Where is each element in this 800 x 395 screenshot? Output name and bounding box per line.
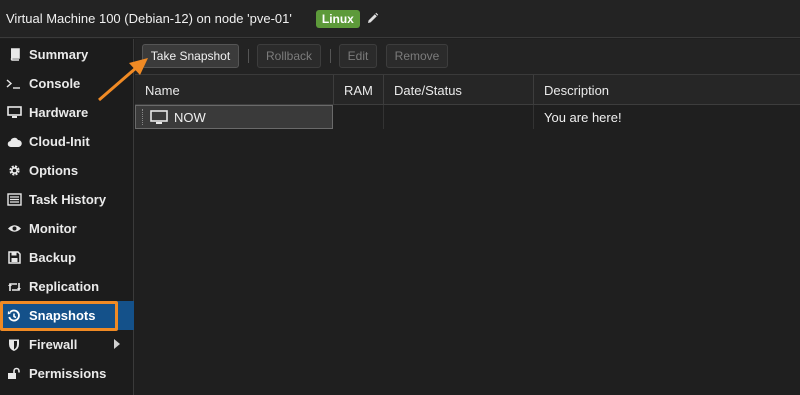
snapshot-name: NOW (174, 109, 206, 125)
history-icon (6, 308, 22, 324)
sidebar-item-options[interactable]: Options (0, 156, 134, 185)
snapshot-name-cell[interactable]: NOW (135, 105, 333, 129)
monitor-icon (6, 105, 22, 121)
page-title: Virtual Machine 100 (Debian-12) on node … (6, 11, 292, 26)
edit-button[interactable]: Edit (339, 44, 377, 68)
terminal-icon (6, 76, 22, 92)
sidebar-item-snapshots[interactable]: Snapshots (0, 301, 134, 330)
sidebar-item-label: Hardware (29, 105, 89, 120)
header-bar: Virtual Machine 100 (Debian-12) on node … (0, 0, 800, 38)
toolbar-separator (248, 49, 249, 63)
snapshot-description-cell: You are here! (544, 109, 622, 125)
sidebar: Summary Console Hardware Cloud-Init Opti… (0, 39, 134, 395)
sidebar-item-label: Permissions (29, 366, 107, 381)
sidebar-item-label: Task History (29, 192, 107, 207)
snapshot-table: Name RAM Date/Status Description NOW You… (135, 75, 800, 395)
sidebar-item-cloud-init[interactable]: Cloud-Init (0, 127, 134, 156)
snapshot-toolbar: Take Snapshot Rollback Edit Remove (135, 39, 800, 75)
sidebar-item-console[interactable]: Console (0, 69, 134, 98)
snapshot-ram-cell (334, 105, 384, 129)
sidebar-item-hardware[interactable]: Hardware (0, 98, 134, 127)
tree-line (142, 109, 148, 125)
remove-button[interactable]: Remove (386, 44, 448, 68)
gear-icon (6, 163, 22, 179)
retweet-icon (6, 279, 22, 295)
sidebar-item-replication[interactable]: Replication (0, 272, 134, 301)
sidebar-item-task-history[interactable]: Task History (0, 185, 134, 214)
list-icon (6, 192, 22, 208)
sidebar-item-permissions[interactable]: Permissions (0, 359, 134, 388)
sidebar-item-label: Options (29, 163, 79, 178)
shield-icon (6, 337, 22, 353)
column-header-name[interactable]: Name (135, 75, 334, 105)
column-header-date-status[interactable]: Date/Status (384, 75, 534, 105)
snapshot-date-cell (384, 105, 534, 129)
cloud-icon (6, 134, 22, 150)
book-icon (6, 47, 22, 63)
column-header-description[interactable]: Description (534, 75, 800, 105)
toolbar-separator (330, 49, 331, 63)
sidebar-item-label: Monitor (29, 221, 77, 236)
sidebar-item-label: Console (29, 76, 81, 91)
column-header-ram[interactable]: RAM (334, 75, 384, 105)
floppy-icon (6, 250, 22, 266)
os-tag-badge[interactable]: Linux (315, 9, 360, 28)
sidebar-item-label: Firewall (29, 337, 78, 352)
table-header: Name RAM Date/Status Description (135, 75, 800, 105)
sidebar-item-summary[interactable]: Summary (0, 40, 134, 69)
sidebar-item-label: Summary (29, 47, 89, 62)
unlock-icon (6, 366, 22, 382)
table-row[interactable]: NOW You are here! (135, 105, 800, 129)
sidebar-item-firewall[interactable]: Firewall (0, 330, 134, 359)
sidebar-item-label: Backup (29, 250, 76, 265)
eye-icon (6, 221, 22, 237)
sidebar-item-label: Replication (29, 279, 100, 294)
sidebar-item-label: Snapshots (29, 308, 96, 323)
monitor-icon (150, 109, 168, 125)
sidebar-item-label: Cloud-Init (29, 134, 90, 149)
sidebar-item-monitor[interactable]: Monitor (0, 214, 134, 243)
pencil-icon[interactable] (366, 12, 380, 26)
chevron-right-icon[interactable] (114, 339, 120, 349)
take-snapshot-button[interactable]: Take Snapshot (142, 44, 239, 68)
rollback-button[interactable]: Rollback (257, 44, 321, 68)
sidebar-item-backup[interactable]: Backup (0, 243, 134, 272)
